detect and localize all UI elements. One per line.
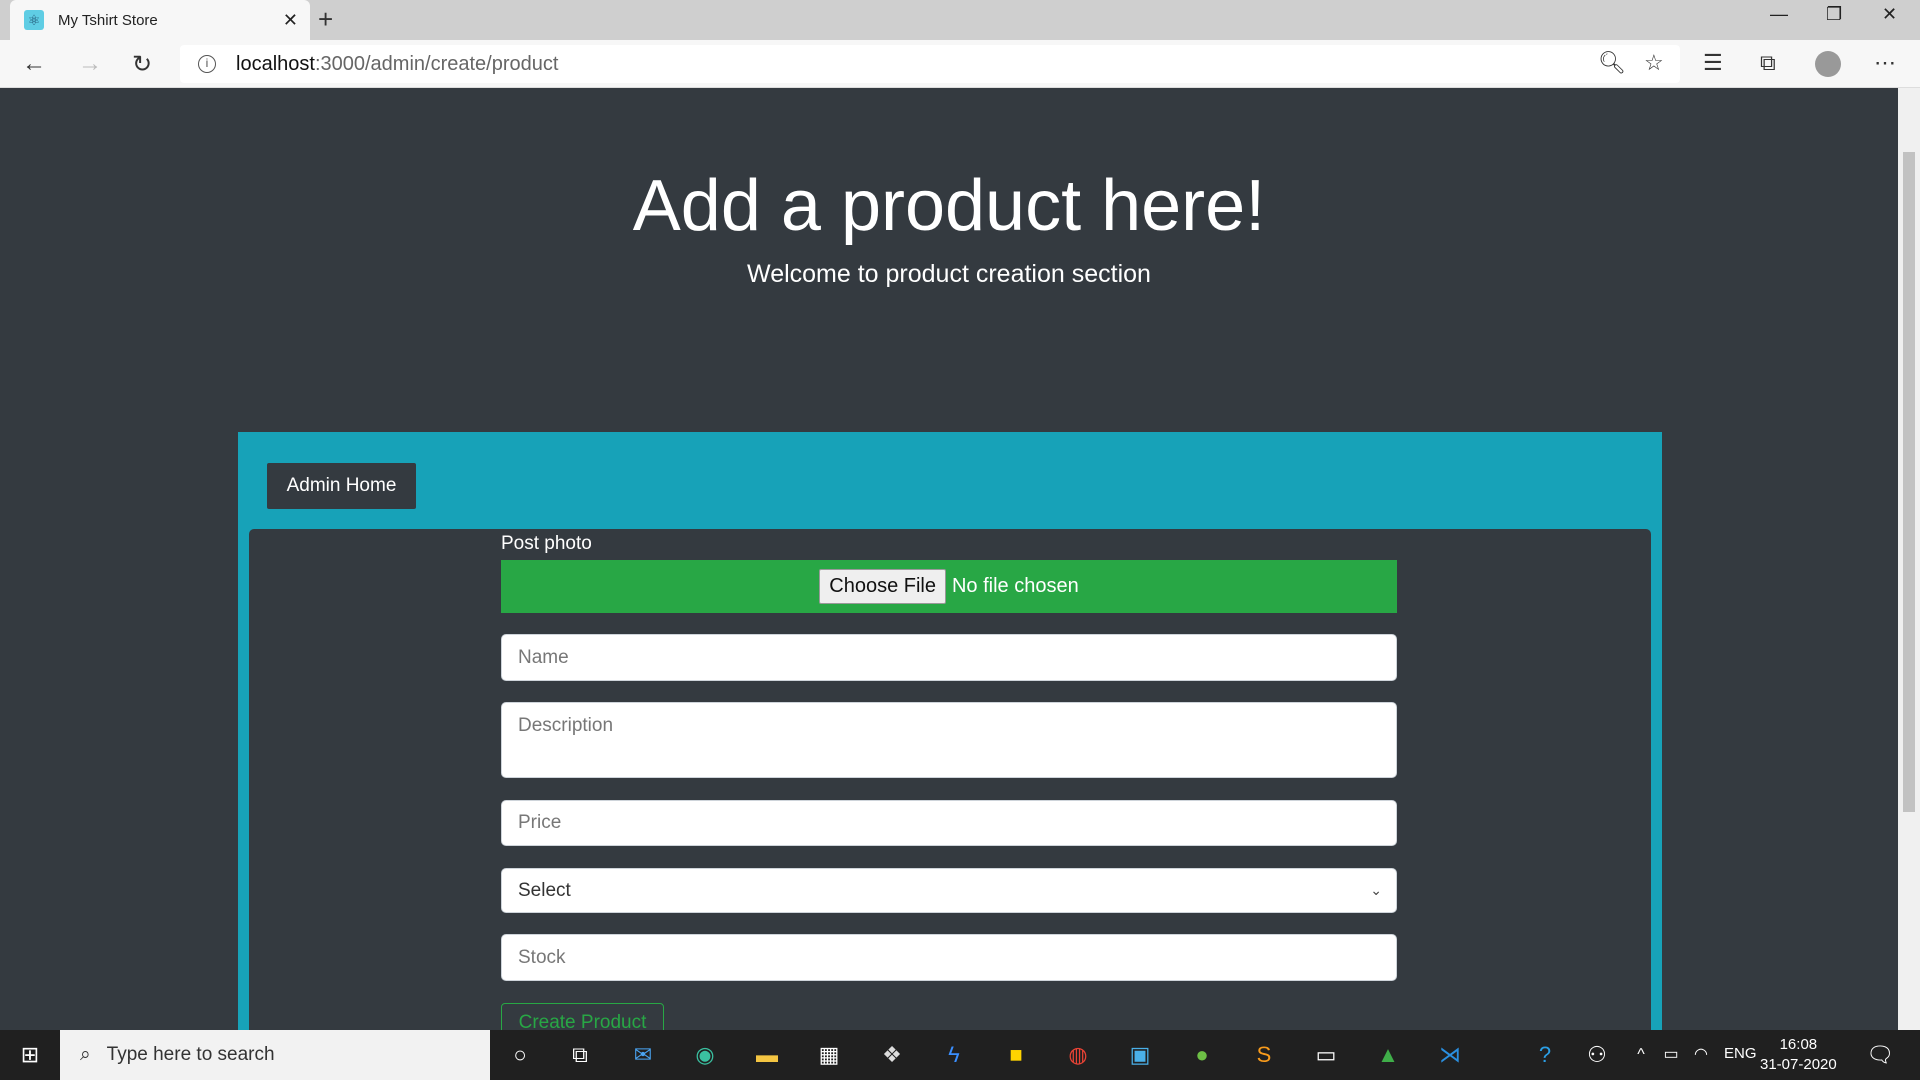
chrome-icon[interactable]: ◍ [1063, 1040, 1093, 1070]
clock[interactable]: 16:08 31-07-2020 [1760, 1035, 1837, 1075]
notifications-icon[interactable]: 🗨︎ [1865, 1040, 1895, 1070]
app-box-icon[interactable]: ▣ [1125, 1040, 1155, 1070]
url-path: :3000/admin/create/product [314, 52, 559, 75]
search-icon: ⌕ [80, 1044, 91, 1065]
language-indicator[interactable]: ENG [1724, 1045, 1757, 1062]
close-window-icon[interactable]: ✕ [1882, 4, 1897, 25]
cortana-icon[interactable]: ○ [505, 1040, 535, 1070]
browser-tab[interactable]: ⚛ My Tshirt Store ✕ [10, 0, 310, 40]
zoom-icon[interactable]: 🔍︎ [1598, 50, 1626, 76]
category-selected: Select [518, 879, 571, 901]
scrollbar-thumb[interactable] [1903, 152, 1915, 812]
info-icon[interactable]: i [198, 55, 216, 73]
address-bar[interactable]: i localhost:3000/admin/create/product [180, 45, 1680, 83]
wifi-icon[interactable]: ◠ [1686, 1040, 1716, 1070]
page-title: Add a product here! [632, 166, 1266, 246]
restore-icon[interactable]: ❐ [1826, 4, 1842, 25]
terminal-icon[interactable]: ▭ [1311, 1040, 1341, 1070]
admin-home-button[interactable]: Admin Home [267, 463, 416, 509]
help-icon[interactable]: ? [1530, 1040, 1560, 1070]
minimize-icon[interactable]: — [1770, 4, 1788, 25]
collections-icon[interactable]: ⧉ [1760, 50, 1776, 76]
new-tab-icon[interactable]: + [318, 4, 333, 35]
windows-taskbar: ⊞ ⌕ Type here to search ○ ⧉ ✉ ◉ ▬ ▦ ❖ ϟ … [0, 1030, 1920, 1080]
category-select[interactable]: Select ⌄ [501, 868, 1397, 913]
choose-file-button[interactable]: Choose File [819, 569, 946, 604]
page-scrollbar[interactable] [1898, 88, 1920, 1030]
photo-file-input[interactable]: Choose File No file chosen [501, 560, 1397, 613]
app-lightning-icon[interactable]: ϟ [939, 1040, 969, 1070]
browser-tab-bar: ⚛ My Tshirt Store ✕ + — ❐ ✕ [0, 0, 1920, 40]
clock-time: 16:08 [1779, 1036, 1818, 1053]
taskbar-search[interactable]: ⌕ Type here to search [60, 1030, 490, 1080]
page-subtitle: Welcome to product creation section [747, 260, 1151, 288]
people-icon[interactable]: ⚇ [1582, 1040, 1612, 1070]
react-favicon-icon: ⚛ [24, 10, 44, 30]
price-input[interactable]: Price [501, 800, 1397, 846]
robo3t-icon[interactable]: ▲ [1373, 1040, 1403, 1070]
dropbox-icon[interactable]: ❖ [877, 1040, 907, 1070]
windows-start-icon[interactable]: ⊞ [15, 1040, 45, 1070]
mail-icon[interactable]: ✉ [628, 1040, 658, 1070]
edge-icon[interactable]: ◉ [690, 1040, 720, 1070]
close-tab-icon[interactable]: ✕ [283, 10, 298, 31]
sublime-text-icon[interactable]: S [1249, 1040, 1279, 1070]
vscode-icon[interactable]: ⋊ [1435, 1040, 1465, 1070]
refresh-icon[interactable]: ↻ [132, 50, 152, 79]
address-toolbar: ← → ↻ i localhost:3000/admin/create/prod… [0, 40, 1920, 88]
description-textarea[interactable]: Description [501, 702, 1397, 778]
profile-avatar-icon[interactable] [1815, 51, 1841, 77]
sticky-notes-icon[interactable]: ■ [1001, 1040, 1031, 1070]
name-input[interactable]: Name [501, 634, 1397, 681]
back-icon[interactable]: ← [22, 50, 46, 78]
favorite-star-icon[interactable]: ☆ [1644, 50, 1664, 76]
more-menu-icon[interactable]: ⋯ [1874, 50, 1896, 76]
post-photo-label: Post photo [501, 533, 592, 554]
file-explorer-icon[interactable]: ▬ [752, 1040, 782, 1070]
file-status: No file chosen [951, 575, 1079, 597]
spring-icon[interactable]: ● [1187, 1040, 1217, 1070]
store-icon[interactable]: ▦ [814, 1040, 844, 1070]
forward-icon[interactable]: → [78, 50, 102, 78]
favorites-list-icon[interactable]: ☰ [1703, 50, 1723, 76]
tab-title: My Tshirt Store [58, 11, 158, 29]
task-view-icon[interactable]: ⧉ [565, 1040, 595, 1070]
chevron-down-icon: ⌄ [1370, 882, 1382, 898]
url-host: localhost [236, 52, 315, 75]
stock-input[interactable]: Stock [501, 934, 1397, 981]
clock-date: 31-07-2020 [1760, 1056, 1837, 1073]
battery-icon[interactable]: ▭ [1656, 1040, 1686, 1070]
show-hidden-icons-icon[interactable]: ^ [1626, 1040, 1656, 1070]
taskbar-search-placeholder: Type here to search [106, 1044, 275, 1065]
